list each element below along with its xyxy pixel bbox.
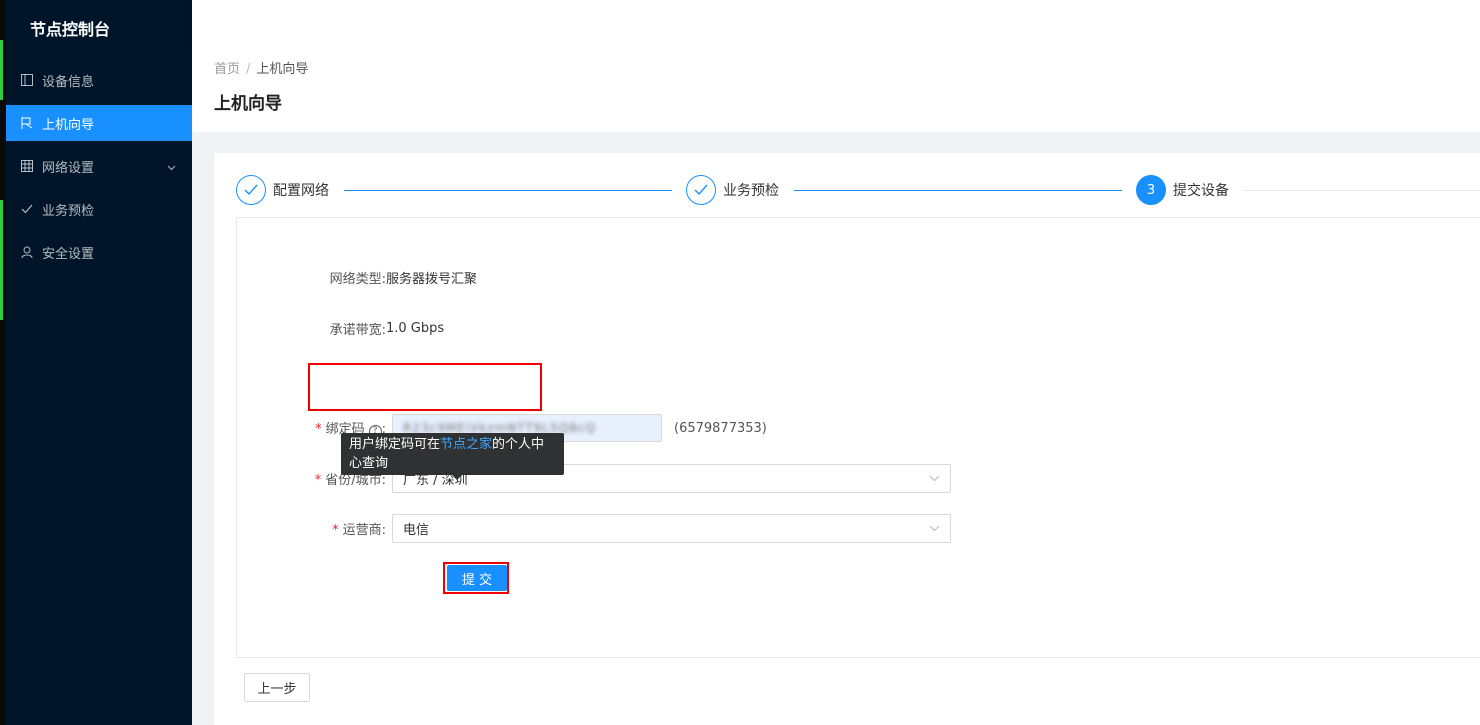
breadcrumb-home[interactable]: 首页 [214, 62, 240, 77]
chevron-down-icon [929, 521, 940, 536]
bandwidth-row: 承诺带宽: 1.0 Gbps [202, 319, 445, 338]
bind-code-extra: (6579877353) [674, 420, 767, 436]
page-title: 上机向导 [214, 94, 282, 114]
form-panel: 网络类型: 服务器拨号汇聚 承诺带宽: 1.0 Gbps * 绑定码?: R23c… [236, 217, 1480, 658]
sidebar-item-network-settings[interactable]: 网络设置 [6, 148, 192, 184]
step-connector [794, 190, 1122, 191]
step-business-precheck: 业务预检 [686, 175, 779, 205]
required-mark: * [332, 523, 339, 538]
step-label: 提交设备 [1173, 183, 1229, 199]
province-city-row: * 省份/城市: 广东 / 深圳 [202, 464, 951, 493]
sidebar-item-label: 业务预检 [42, 203, 95, 219]
sidebar-item-device-info[interactable]: 设备信息 [6, 62, 192, 98]
page-header: 首页 / 上机向导 上机向导 [192, 46, 1480, 132]
chevron-down-icon [167, 160, 176, 175]
required-mark: * [315, 422, 322, 438]
tooltip-text: 用户绑定码可在 [349, 437, 441, 452]
check-icon [686, 175, 716, 205]
user-icon [20, 245, 34, 259]
operator-value: 电信 [403, 523, 430, 538]
sidebar-item-label: 设备信息 [42, 74, 95, 90]
check-icon [236, 175, 266, 205]
sidebar-item-onboarding-wizard[interactable]: 上机向导 [6, 105, 192, 141]
network-type-value: 服务器拨号汇聚 [386, 272, 478, 287]
chevron-down-icon [929, 471, 940, 486]
breadcrumb: 首页 / 上机向导 [214, 58, 1458, 77]
check-icon [20, 202, 34, 216]
steps-bar: 配置网络 业务预检 3 提交设备 [236, 175, 1480, 205]
highlight-box [443, 562, 509, 594]
breadcrumb-separator: / [246, 62, 251, 77]
flag-icon [20, 116, 34, 130]
step-connector [344, 190, 672, 191]
bandwidth-label: 承诺带宽: [329, 323, 386, 338]
highlight-box [308, 363, 542, 411]
panel-icon [20, 73, 34, 87]
wizard-card: 配置网络 业务预检 3 提交设备 网络类型: 服务器拨号汇聚 承诺带宽: 1.0… [214, 153, 1480, 725]
sidebar-item-label: 安全设置 [42, 246, 95, 262]
sidebar-item-label: 网络设置 [42, 160, 95, 176]
bandwidth-value: 1.0 Gbps [386, 321, 445, 336]
sidebar-item-security-settings[interactable]: 安全设置 [6, 234, 192, 270]
step-submit-device: 3 提交设备 [1136, 175, 1229, 205]
grid-icon [20, 159, 34, 173]
network-type-row: 网络类型: 服务器拨号汇聚 [202, 268, 477, 287]
app-title: 节点控制台 [30, 20, 111, 39]
operator-label-text: 运营商: [342, 523, 386, 538]
operator-label: * 运营商: [202, 519, 386, 538]
step-number: 3 [1136, 175, 1166, 205]
network-type-label: 网络类型: [329, 272, 386, 287]
step-configure-network: 配置网络 [236, 175, 329, 205]
operator-row: * 运营商: 电信 [202, 514, 951, 543]
operator-select[interactable]: 电信 [392, 514, 951, 543]
bind-code-tooltip: 用户绑定码可在节点之家的个人中心查询 [341, 433, 564, 480]
edge-indicator [0, 200, 3, 320]
province-city-label-text: 省份/城市: [325, 473, 386, 488]
top-header [192, 0, 1480, 46]
sidebar-item-business-precheck[interactable]: 业务预检 [6, 191, 192, 227]
step-label: 业务预检 [723, 183, 779, 199]
step-label: 配置网络 [273, 183, 329, 199]
previous-button[interactable]: 上一步 [244, 673, 310, 702]
step-connector [1244, 190, 1480, 191]
sidebar-item-label: 上机向导 [42, 117, 95, 133]
required-mark: * [314, 473, 322, 488]
edge-indicator [0, 40, 3, 100]
sidebar: 节点控制台 设备信息 上机向导 网络设置 业务预检 安全设置 [0, 0, 192, 725]
breadcrumb-current: 上机向导 [256, 62, 309, 77]
tooltip-link[interactable]: 节点之家 [440, 437, 492, 452]
